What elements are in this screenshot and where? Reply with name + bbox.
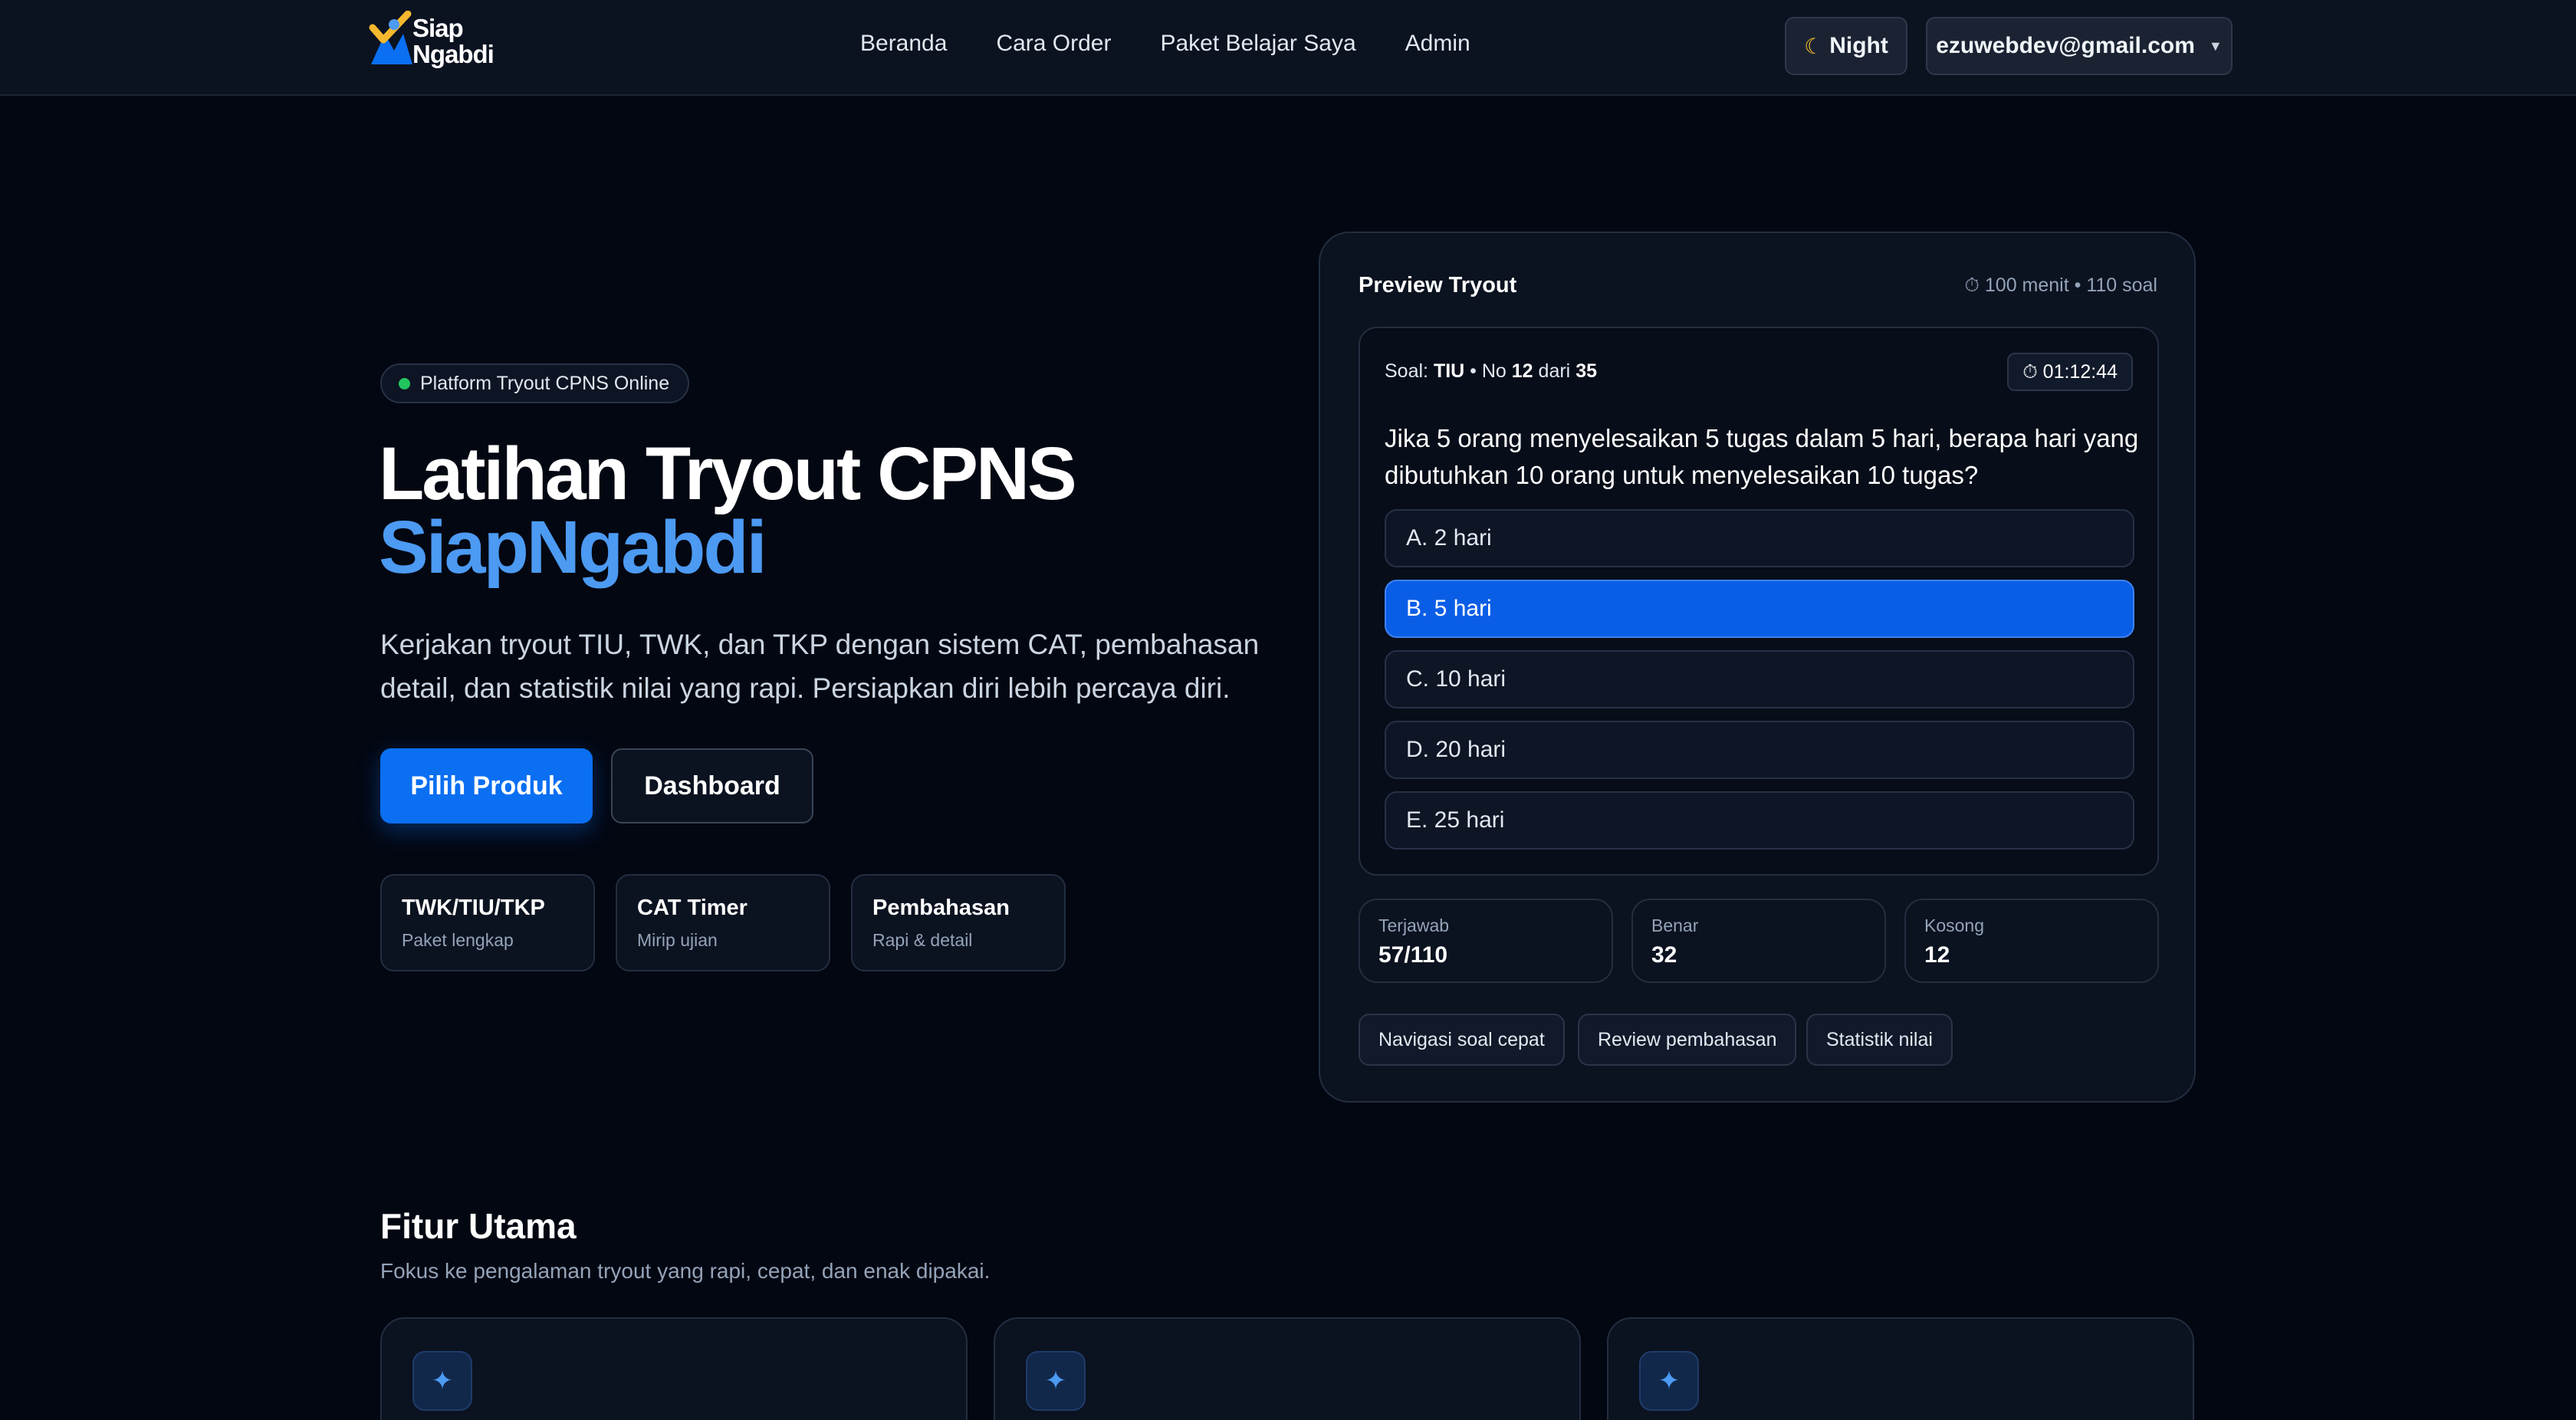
feature-card: ✦ [380,1317,968,1420]
preview-meta: ⏱ 100 menit • 110 soal [1964,274,2157,297]
platform-badge-label: Platform Tryout CPNS Online [420,372,670,394]
top-navbar: Siap Ngabdi Beranda Cara Order Paket Bel… [0,0,2576,96]
status-dot-icon [399,378,410,390]
mini-card-subtitle: Paket lengkap [402,930,514,950]
question-header: Soal: TIU • No 12 dari 35 [1385,360,1597,383]
main-nav: Beranda Cara Order Paket Belajar Saya Ad… [860,31,1470,57]
landing-page: Siap Ngabdi Beranda Cara Order Paket Bel… [0,0,2576,1420]
question-total: 35 [1576,360,1597,382]
feature-chip-card-cat: CAT Timer Mirip ujian [616,874,830,971]
sparkle-icon: ✦ [1639,1351,1699,1411]
nav-link-cara-order[interactable]: Cara Order [996,31,1111,57]
stat-benar: Benar 32 [1631,899,1886,983]
feature-chip-card-pembahasan: Pembahasan Rapi & detail [851,874,1066,971]
theme-toggle-button[interactable]: ☾ Night [1785,17,1907,75]
answer-option-a[interactable]: A. 2 hari [1385,509,2134,567]
question-number-label: • No [1470,360,1506,382]
answer-option-b-selected[interactable]: B. 5 hari [1385,580,2134,638]
dashboard-button[interactable]: Dashboard [611,748,813,823]
pilih-produk-button[interactable]: Pilih Produk [380,748,593,823]
stat-label: Terjawab [1378,915,1450,935]
stat-label: Benar [1651,915,1699,935]
caret-down-icon: ▼ [2208,38,2223,54]
mini-card-title: TWK/TIU/TKP [402,896,545,920]
stat-label: Kosong [1924,915,1985,935]
feature-chip-card-twk: TWK/TIU/TKP Paket lengkap [380,874,595,971]
answer-option-e[interactable]: E. 25 hari [1385,791,2134,850]
question-total-label: dari [1538,360,1571,382]
hero-description: Kerjakan tryout TIU, TWK, dan TKP dengan… [380,629,1260,704]
stopwatch-icon: ⏱ [1964,274,1980,296]
features-subtitle: Fokus ke pengalaman tryout yang rapi, ce… [380,1259,991,1283]
mini-card-subtitle: Mirip ujian [637,930,718,950]
brand-logo[interactable]: Siap Ngabdi [368,11,506,69]
nav-link-admin[interactable]: Admin [1405,31,1470,57]
preview-title: Preview Tryout [1359,273,1517,297]
stat-value: 32 [1651,942,1677,968]
timer-value: 01:12:44 [2042,360,2118,383]
hero-title-brand: SiapNgabdi [379,505,767,589]
feature-card: ✦ [994,1317,1581,1420]
question-timer: ⏱ 01:12:44 [2007,353,2133,391]
answer-option-c[interactable]: C. 10 hari [1385,650,2134,708]
feature-card: ✦ [1607,1317,2194,1420]
sparkle-icon: ✦ [1026,1351,1086,1411]
features-title: Fitur Utama [380,1206,577,1246]
stat-terjawab: Terjawab 57/110 [1359,899,1613,983]
question-label: Soal: [1385,360,1428,382]
nav-link-beranda[interactable]: Beranda [860,31,947,57]
question-number: 12 [1511,360,1533,382]
chip-statistik-nilai[interactable]: Statistik nilai [1806,1014,1953,1066]
platform-badge: Platform Tryout CPNS Online [380,363,690,403]
user-menu-button[interactable]: ezuwebdev@gmail.com ▼ [1926,17,2233,75]
chip-navigasi-soal[interactable]: Navigasi soal cepat [1359,1014,1565,1066]
mini-card-title: CAT Timer [637,896,748,920]
stat-value: 57/110 [1378,942,1448,968]
preview-meta-text: 100 menit • 110 soal [1984,274,2157,296]
answer-option-d[interactable]: D. 20 hari [1385,721,2134,779]
question-subject: TIU [1433,360,1465,382]
logo-text-line2: Ngabdi [412,40,495,68]
moon-icon: ☾ [1804,34,1824,58]
stopwatch-icon: ⏱ [2022,360,2043,383]
preview-tryout-card: Preview Tryout ⏱ 100 menit • 110 soal So… [1319,232,2196,1103]
theme-toggle-label: Night [1829,33,1888,58]
question-panel: Soal: TIU • No 12 dari 35 ⏱ 01:12:44 Jik… [1359,327,2159,876]
hero-title-line1: Latihan Tryout CPNS [379,432,1077,515]
chip-review-pembahasan[interactable]: Review pembahasan [1578,1014,1797,1066]
nav-link-paket-belajar[interactable]: Paket Belajar Saya [1160,31,1355,57]
logo-text-line1: Siap [412,14,464,42]
question-text: Jika 5 orang menyelesaikan 5 tugas dalam… [1385,424,2139,489]
user-email: ezuwebdev@gmail.com [1936,33,2195,58]
stat-value: 12 [1924,942,1950,968]
sparkle-icon: ✦ [412,1351,472,1411]
logo-mark-icon [369,11,412,64]
logo-text: Siap Ngabdi [412,14,495,68]
hero-title: Latihan Tryout CPNS SiapNgabdi [379,436,1077,589]
mini-card-title: Pembahasan [872,896,1010,920]
mini-card-subtitle: Rapi & detail [872,930,973,950]
stat-kosong: Kosong 12 [1904,899,2159,983]
